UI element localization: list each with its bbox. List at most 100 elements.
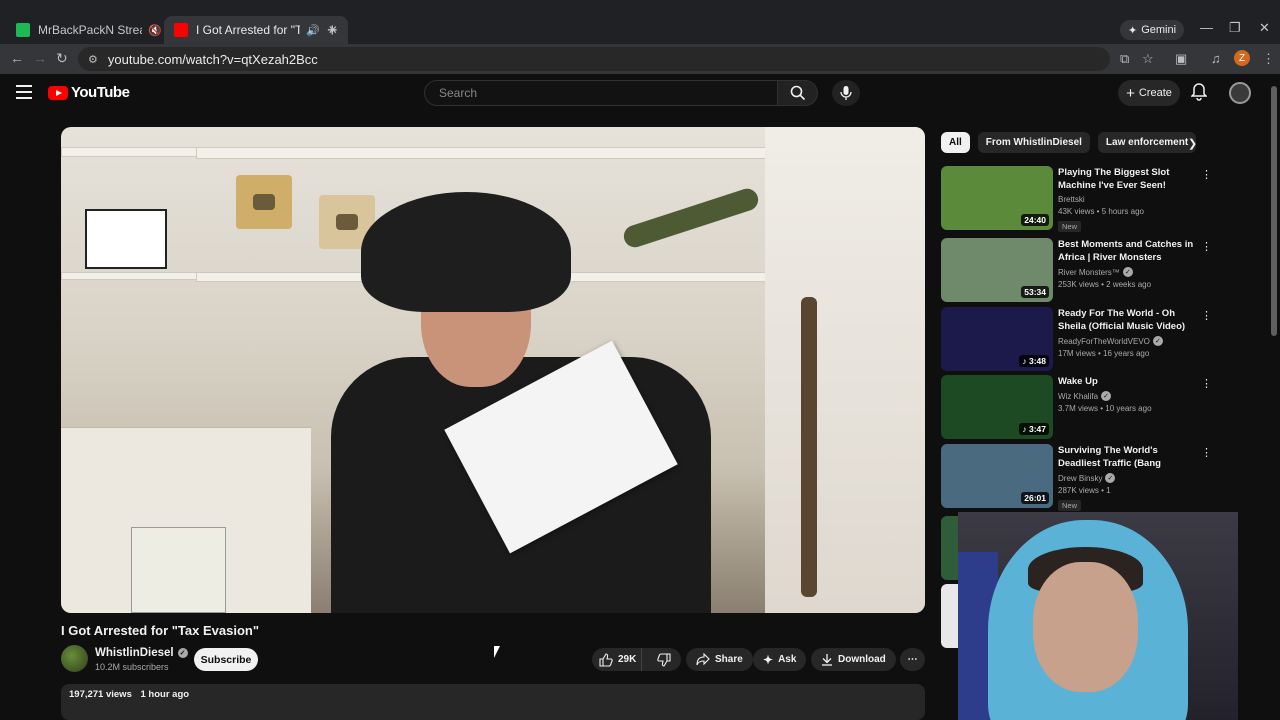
search-input[interactable]: [424, 80, 779, 106]
youtube-logo-text: YouTube: [71, 84, 130, 101]
notifications-bell-icon[interactable]: [1190, 83, 1208, 106]
upload-age: 1 hour ago: [140, 689, 190, 700]
music-note-icon: ♪: [1022, 424, 1029, 434]
account-avatar[interactable]: [1229, 82, 1251, 104]
youtube-play-logo-icon: [48, 85, 68, 100]
view-stats: 253K views • 2 weeks ago: [1058, 280, 1152, 289]
reload-icon[interactable]: ↻: [56, 50, 68, 67]
duration-text: 24:40: [1024, 215, 1046, 225]
download-button[interactable]: Download: [811, 648, 896, 671]
more-vertical-icon[interactable]: ⋮: [1201, 168, 1212, 181]
tab-title: I Got Arrested for "Tax Evasi: [196, 23, 300, 37]
duration-badge: 26:01: [1021, 492, 1049, 504]
create-button[interactable]: + Create: [1118, 80, 1180, 106]
browser-tab-stream[interactable]: MrBackPackN Stream - Wat 🔇 ✕: [6, 16, 190, 44]
list-item[interactable]: ♪ 3:48 Ready For The World - Oh Sheila (O…: [941, 307, 1212, 371]
ask-button[interactable]: ✦ Ask: [753, 648, 807, 671]
more-horizontal-icon: ⋯: [907, 654, 918, 665]
description-box[interactable]: 197,271 views 1 hour ago: [61, 684, 925, 720]
sparkle-icon: ✦: [763, 652, 774, 667]
channel-line: ReadyForTheWorldVEVO ✓: [1058, 336, 1194, 346]
muted-speaker-icon[interactable]: 🔇: [148, 24, 162, 37]
media-controls-icon[interactable]: ♫: [1211, 51, 1221, 66]
more-actions-button[interactable]: ⋯: [900, 648, 925, 671]
video-thumbnail[interactable]: 26:01: [941, 444, 1053, 508]
channel-name[interactable]: River Monsters™: [1058, 268, 1120, 277]
dislike-button[interactable]: [647, 648, 681, 671]
video-title-link[interactable]: Wake Up: [1058, 375, 1194, 388]
subscribe-button[interactable]: Subscribe: [194, 648, 258, 671]
channel-name[interactable]: ReadyForTheWorldVEVO: [1058, 337, 1150, 346]
video-player[interactable]: [61, 127, 925, 613]
more-vertical-icon[interactable]: ⋮: [1201, 309, 1212, 322]
hamburger-menu-icon[interactable]: [16, 85, 32, 99]
cowboy-hat: [361, 192, 571, 312]
channel-avatar[interactable]: [61, 645, 88, 672]
channel-name[interactable]: Brettski: [1058, 195, 1085, 204]
split-view-icon[interactable]: ▣: [1175, 51, 1187, 67]
duration-text: 53:34: [1024, 287, 1046, 297]
video-thumbnail[interactable]: ♪ 3:47: [941, 375, 1053, 439]
install-app-icon[interactable]: ⧉: [1120, 51, 1129, 67]
list-item[interactable]: 53:34 Best Moments and Catches in Africa …: [941, 238, 1212, 302]
bookmark-star-icon[interactable]: ☆: [1142, 51, 1154, 67]
channel-name[interactable]: Wiz Khalifa: [1058, 392, 1098, 401]
voice-search-button[interactable]: [832, 80, 860, 106]
browser-tab-youtube[interactable]: I Got Arrested for "Tax Evasi 🔊 ✕: [164, 16, 348, 44]
new-tab-button[interactable]: +: [327, 20, 338, 41]
browser-profile-avatar[interactable]: Z: [1234, 50, 1250, 66]
plus-icon: +: [1126, 84, 1135, 102]
site-info-icon[interactable]: ⚙: [88, 53, 98, 66]
page-scrollbar[interactable]: [1268, 74, 1280, 720]
scrollbar-thumb[interactable]: [1271, 86, 1277, 336]
channel-name-link[interactable]: WhistlinDiesel ✓: [95, 647, 188, 659]
glass-box: [131, 527, 226, 613]
address-bar[interactable]: ⚙ youtube.com/watch?v=qtXezah2Bcc: [78, 47, 1110, 71]
search-button[interactable]: [778, 80, 818, 106]
share-button[interactable]: Share: [686, 648, 753, 671]
youtube-favicon-icon: [174, 23, 188, 37]
close-window-icon[interactable]: ✕: [1259, 20, 1270, 36]
gemini-label: Gemini: [1141, 24, 1177, 36]
more-vertical-icon[interactable]: ⋮: [1201, 446, 1212, 459]
channel-name[interactable]: Drew Binsky: [1058, 474, 1102, 483]
browser-menu-icon[interactable]: ⋮: [1262, 51, 1275, 67]
more-vertical-icon[interactable]: ⋮: [1201, 240, 1212, 253]
video-title-link[interactable]: Surviving The World's Deadliest Traffic …: [1058, 444, 1194, 470]
channel-line: Brettski: [1058, 195, 1194, 204]
list-item[interactable]: 24:40 Playing The Biggest Slot Machine I'…: [941, 166, 1212, 232]
list-item[interactable]: 26:01 Surviving The World's Deadliest Tra…: [941, 444, 1212, 511]
duration-text: 26:01: [1024, 493, 1046, 503]
view-stats: 287K views • 1: [1058, 486, 1111, 495]
minimize-window-icon[interactable]: —: [1200, 20, 1213, 35]
back-arrow-icon[interactable]: ←: [10, 50, 24, 66]
chip-all[interactable]: All: [941, 132, 970, 153]
filter-chips: All From WhistlinDiesel Law enforcement: [941, 132, 1197, 153]
forward-arrow-icon[interactable]: →: [33, 50, 47, 66]
search-icon: [790, 85, 805, 101]
video-title-link[interactable]: Best Moments and Catches in Africa | Riv…: [1058, 238, 1194, 264]
video-thumbnail[interactable]: 24:40: [941, 166, 1053, 230]
verified-check-icon: ✓: [1152, 336, 1163, 346]
duration-badge: ♪ 3:48: [1019, 355, 1049, 367]
list-item[interactable]: ♪ 3:47 Wake Up Wiz Khalifa ✓ 3.7M views • 10…: [941, 375, 1212, 439]
speaker-icon[interactable]: 🔊: [306, 24, 320, 37]
chevron-right-icon[interactable]: ❯: [1188, 137, 1197, 150]
url-text: youtube.com/watch?v=qtXezah2Bcc: [107, 51, 318, 67]
video-title-link[interactable]: Ready For The World - Oh Sheila (Officia…: [1058, 307, 1194, 333]
youtube-logo[interactable]: YouTube: [48, 84, 130, 101]
more-vertical-icon[interactable]: ⋮: [1201, 377, 1212, 390]
verified-check-icon: ✓: [1105, 473, 1116, 483]
restore-window-icon[interactable]: ❐: [1229, 20, 1241, 36]
chip-law-enforcement[interactable]: Law enforcement: [1097, 132, 1197, 153]
wall: [765, 127, 925, 613]
play-button-plaque-icon: [236, 175, 292, 229]
video-title-link[interactable]: Playing The Biggest Slot Machine I've Ev…: [1058, 166, 1194, 192]
gemini-button[interactable]: ✦ Gemini: [1120, 20, 1185, 40]
video-thumbnail[interactable]: ♪ 3:48: [941, 307, 1053, 371]
chip-from-channel[interactable]: From WhistlinDiesel: [977, 132, 1090, 153]
view-stats: 43K views • 5 hours ago: [1058, 207, 1144, 216]
video-thumbnail[interactable]: 53:34: [941, 238, 1053, 302]
like-button[interactable]: 29K: [592, 648, 642, 671]
rocket-launcher-prop: [801, 297, 817, 597]
